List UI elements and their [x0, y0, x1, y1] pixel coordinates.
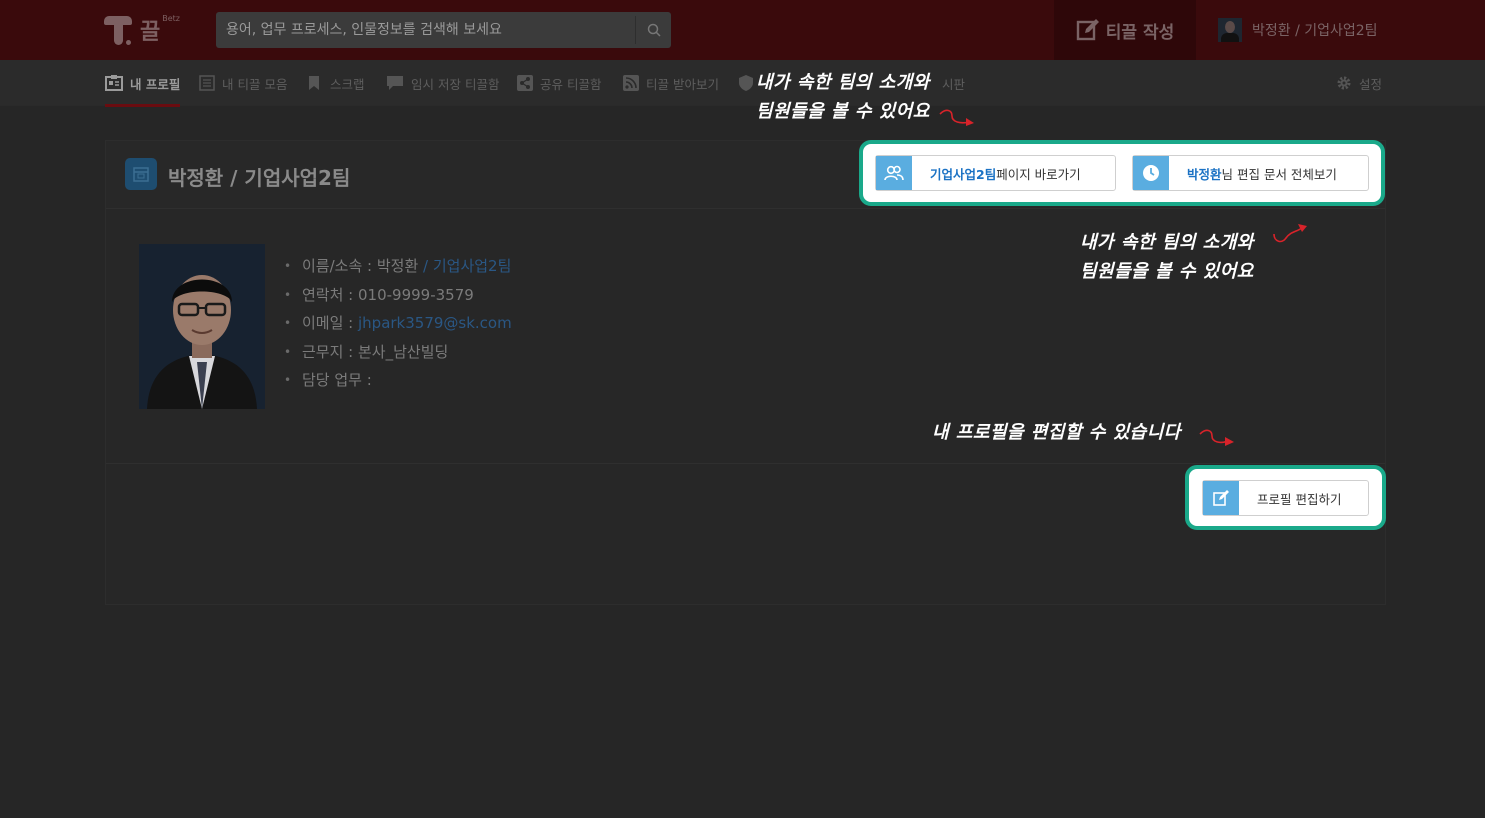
tab-scrap[interactable]: 스크랩	[307, 60, 365, 106]
write-tikkeul-button[interactable]: 티끌 작성	[1054, 0, 1196, 60]
team-link[interactable]: / 기업사업2팀	[418, 257, 511, 275]
arrow-icon	[1199, 429, 1234, 446]
share-icon	[517, 75, 533, 91]
rss-icon	[623, 75, 639, 91]
logo-mark	[104, 14, 134, 46]
edit-profile-button[interactable]: 프로필 편집하기	[1202, 480, 1369, 516]
info-location: 근무지 : 본사_남산빌딩	[284, 338, 512, 367]
logo-text: 끌	[140, 20, 161, 45]
search-icon	[647, 23, 661, 37]
calendar-icon	[125, 158, 157, 190]
user-label: 박정환 / 기업사업2팀	[1252, 23, 1378, 39]
gear-icon	[1337, 76, 1351, 90]
tab-shared[interactable]: 공유 티끌함	[517, 60, 601, 106]
clock-icon	[1133, 156, 1169, 190]
shield-icon	[739, 75, 753, 91]
team-page-button[interactable]: 기업사업2팀 페이지 바로가기	[875, 155, 1116, 191]
logo-sup: Betz	[162, 14, 180, 23]
write-button-label: 티끌 작성	[1105, 22, 1175, 43]
search-input[interactable]	[216, 12, 634, 48]
profile-photo	[139, 244, 265, 409]
sub-nav: 내 프로필 내 티끌 모음 스크랩 임시 저장 티끌함 공유 티끌함 티끌 받아…	[0, 60, 1485, 107]
edit-icon	[1076, 19, 1099, 41]
email-link[interactable]: jhpark3579@sk.com	[358, 314, 512, 332]
info-email: 이메일 : jhpark3579@sk.com	[284, 309, 512, 338]
callout-team-intro-1: 내가 속한 팀의 소개와 팀원들을 볼 수 있어요	[756, 72, 930, 122]
tab-my-profile[interactable]: 내 프로필	[105, 60, 181, 107]
bookmark-icon	[309, 76, 319, 90]
list-icon	[199, 75, 215, 91]
tab-my-tikkeul[interactable]: 내 티끌 모음	[199, 60, 287, 106]
tab-temp-saved[interactable]: 임시 저장 티끌함	[386, 60, 499, 106]
search-bar	[216, 12, 671, 48]
user-menu[interactable]: 박정환 / 기업사업2팀	[1218, 18, 1378, 42]
info-duty: 담당 업무 :	[284, 366, 512, 395]
arrow-icon	[939, 109, 974, 126]
edit-icon	[1203, 481, 1239, 515]
page-title: 박정환 / 기업사업2팀	[168, 166, 351, 190]
info-name: 이름/소속 : 박정환 / 기업사업2팀	[284, 252, 512, 281]
callout-edit-profile: 내 프로필을 편집할 수 있습니다	[932, 422, 1181, 443]
chat-icon	[387, 76, 403, 90]
logo[interactable]: 끌 Betz	[104, 12, 194, 48]
callout-team-intro-2: 내가 속한 팀의 소개와 팀원들을 볼 수 있어요	[1080, 232, 1254, 282]
divider	[106, 463, 1385, 464]
settings-link[interactable]: 설정	[1336, 60, 1382, 106]
profile-info-list: 이름/소속 : 박정환 / 기업사업2팀 연락처 : 010-9999-3579…	[284, 252, 512, 395]
search-button[interactable]	[635, 16, 671, 44]
profile-card-icon	[105, 75, 123, 91]
users-icon	[876, 156, 912, 190]
tab-subscribe[interactable]: 티끌 받아보기	[623, 60, 719, 106]
edited-docs-button[interactable]: 박정환 님 편집 문서 전체보기	[1132, 155, 1369, 191]
top-bar: 끌 Betz 티끌 작성 박정환 / 기업사업2팀	[0, 0, 1485, 60]
avatar	[1218, 18, 1242, 42]
arrow-icon	[1273, 224, 1307, 243]
info-phone: 연락처 : 010-9999-3579	[284, 281, 512, 310]
